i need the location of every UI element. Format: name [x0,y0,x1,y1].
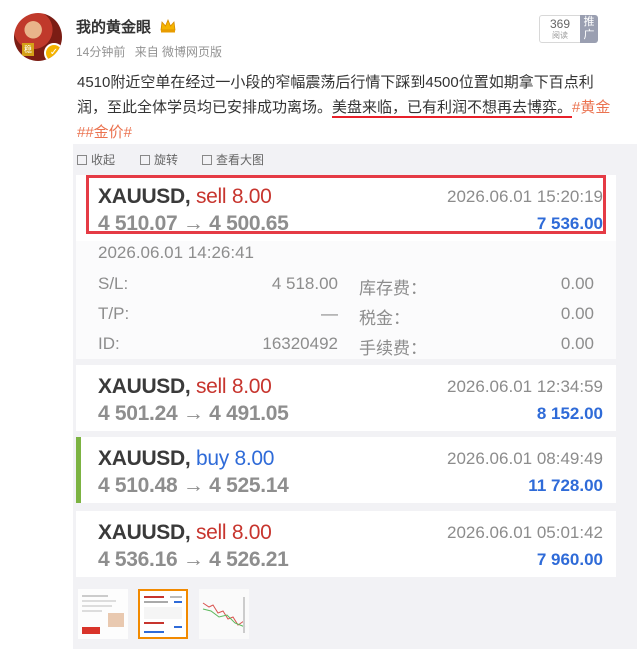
trade-side: sell 8.00 [196,521,272,544]
view-large-icon [202,155,212,165]
read-count: 369 [549,17,571,31]
read-count-box: 369 阅读 [539,15,581,43]
trade-time: 2026.06.01 08:49:49 [447,449,603,468]
post-highlight: 美盘来临，已有利润不想再去博弈。 [332,99,573,118]
trade-side: sell 8.00 [196,375,272,398]
sl-value: 4 518.00 [271,274,338,293]
detail-open-time: 2026.06.01 14:26:41 [98,243,254,262]
collapse-label: 收起 [91,153,116,167]
open-price: 4 536.16 [98,548,178,571]
lots-text: 8.00 [234,447,275,470]
rotate-button[interactable]: 旋转 [140,151,178,168]
crown-icon [160,19,176,33]
post-source: 来自 微博网页版 [134,45,223,59]
lots-text: 8.00 [231,375,272,398]
tax-value: 0.00 [560,304,594,323]
trade-time: 2026.06.01 05:01:42 [447,523,603,542]
thumbnail-2-selected[interactable] [138,589,188,639]
thumbnail-1[interactable] [78,589,128,639]
symbol-text: XAUUSD, [98,375,191,398]
post-header: 稳 ✓ 我的黄金眼 14分钟前 来自 微博网页版 369 阅读 推广 [0,0,637,64]
trade-prices: 4 510.48 → 4 525.14 [98,474,289,498]
id-value: 16320492 [262,334,338,353]
verified-badge-icon: ✓ [44,43,62,61]
trade-symbol: XAUUSD, buy 8.00 [98,447,274,471]
collapse-button[interactable]: 收起 [77,151,115,168]
view-large-label: 查看大图 [216,153,265,167]
trade-profit: 7 960.00 [536,550,603,569]
id-label: ID: [98,334,120,353]
trade-row[interactable]: XAUUSD, sell 8.00 4 536.16 → 4 526.21 20… [76,511,616,577]
view-large-button[interactable]: 查看大图 [202,151,264,168]
arrow-icon: → [182,402,204,425]
tax-label: 税金： [359,309,410,328]
side-text: sell [195,521,227,544]
username[interactable]: 我的黄金眼 [76,16,176,37]
rotate-label: 旋转 [154,153,179,167]
trade-row[interactable]: XAUUSD, buy 8.00 4 510.48 → 4 525.14 202… [76,437,616,503]
open-price: 4 510.48 [98,474,178,497]
thumbnail-1-image [78,589,128,639]
post-meta: 14分钟前 来自 微博网页版 [76,43,228,60]
arrow-icon: → [182,548,204,571]
username-text[interactable]: 我的黄金眼 [76,19,151,36]
lots-text: 8.00 [231,521,272,544]
trade-row[interactable]: XAUUSD, sell 8.00 4 501.24 → 4 491.05 20… [76,365,616,431]
tp-value: — [321,304,338,323]
fee-label: 手续费： [359,339,427,358]
trade-profit: 8 152.00 [536,404,603,423]
buy-indicator-bar [76,437,81,503]
trade-symbol: XAUUSD, sell 8.00 [98,521,272,545]
highlight-box [86,175,606,234]
thumbnail-3-image [199,589,249,639]
symbol-text: XAUUSD, [98,521,191,544]
rotate-icon [140,155,150,165]
symbol-text: XAUUSD, [98,447,191,470]
close-price: 4 525.14 [209,474,289,497]
sl-label: S/L: [98,274,129,293]
trade-profit: 11 728.00 [528,476,603,495]
topic-gold[interactable]: #黄金 [572,99,610,116]
trade-symbol: XAUUSD, sell 8.00 [98,375,272,399]
open-price: 4 501.24 [98,402,178,425]
promote-button[interactable]: 推广 [580,15,598,43]
trade-side: buy 8.00 [195,447,275,470]
close-price: 4 491.05 [209,402,289,425]
swap-value: 0.00 [560,274,594,293]
post-time[interactable]: 14分钟前 [76,45,125,59]
avatar[interactable]: 稳 ✓ [14,13,62,61]
trade-time: 2026.06.01 12:34:59 [447,377,603,396]
read-label: 阅读 [552,31,568,40]
side-text: buy [195,447,229,470]
close-price: 4 526.21 [209,548,289,571]
fee-value: 0.00 [560,334,594,353]
swap-label: 库存费： [359,279,427,298]
trade-prices: 4 501.24 → 4 491.05 [98,402,289,426]
thumbnail-3[interactable] [199,589,249,639]
arrow-icon: → [182,474,204,497]
tp-label: T/P: [98,304,130,323]
side-text: sell [195,375,227,398]
trade-prices: 4 536.16 → 4 526.21 [98,548,289,572]
thumbnail-2-image [140,591,186,637]
collapse-icon [77,155,87,165]
post-text: 4510附近空单在经过一小段的窄幅震荡后行情下踩到4500位置如期拿下百点利润，… [77,70,622,145]
avatar-tag: 稳 [22,43,34,56]
topic-gold-price[interactable]: ##金价# [77,124,132,141]
trade-details: 2026.06.01 14:26:41 S/L: 4 518.00 库存费： 0… [76,241,616,359]
